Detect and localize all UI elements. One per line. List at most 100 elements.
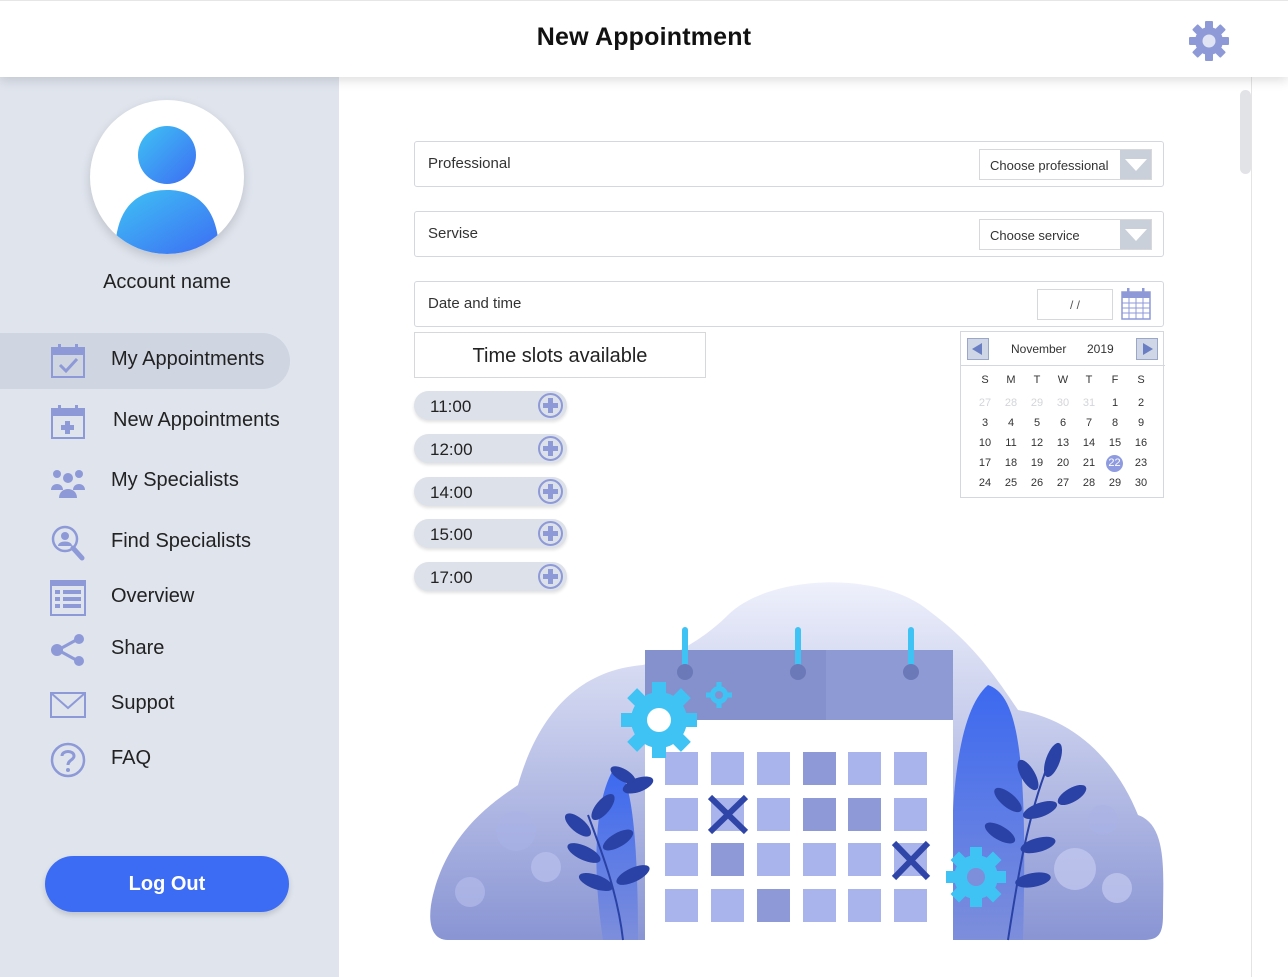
calendar-day[interactable]: 8 xyxy=(1102,415,1128,431)
sidebar-item-label: New Appointments xyxy=(113,409,280,431)
calendar-day[interactable]: 17 xyxy=(972,455,998,471)
time-slot-label: 11:00 xyxy=(430,397,472,416)
professional-select-value: Choose professional xyxy=(990,158,1109,173)
search-person-icon xyxy=(51,525,85,561)
calendar-day[interactable]: 21 xyxy=(1076,455,1102,471)
calendar-day[interactable]: 16 xyxy=(1128,435,1154,451)
time-slots-title: Time slots available xyxy=(414,332,706,378)
calendar-day[interactable]: 15 xyxy=(1102,435,1128,451)
calendar-day[interactable]: 12 xyxy=(1024,435,1050,451)
calendar-day[interactable]: 31 xyxy=(1076,395,1102,411)
sidebar-item-label: My Appointments xyxy=(111,348,265,370)
weekday-label: W xyxy=(1057,374,1069,386)
weekday-label: S xyxy=(1137,374,1145,386)
calendar-year: 2019 xyxy=(1087,342,1114,356)
calendar-day[interactable]: 23 xyxy=(1128,455,1154,471)
sidebar-item-label: FAQ xyxy=(111,747,152,769)
professional-select[interactable]: Choose professional xyxy=(979,149,1152,180)
add-slot-icon[interactable] xyxy=(538,479,563,504)
calendar-plus-icon xyxy=(51,405,85,439)
calendar-day[interactable]: 22 xyxy=(1106,455,1123,472)
calendar-icon[interactable] xyxy=(1121,288,1151,320)
calendar-day[interactable]: 30 xyxy=(1128,475,1154,491)
calendar-day[interactable]: 4 xyxy=(998,415,1024,431)
calendar-check-icon xyxy=(51,344,85,378)
log-out-button[interactable]: Log Out xyxy=(45,856,289,912)
sidebar-item-label: Find Specialists xyxy=(111,530,252,552)
calendar-day[interactable]: 5 xyxy=(1024,415,1050,431)
add-slot-icon[interactable] xyxy=(538,521,563,546)
time-slot[interactable]: 12:00 xyxy=(414,434,567,463)
date-time-field: Date and time / / xyxy=(414,281,1164,327)
chevron-down-icon[interactable] xyxy=(1120,220,1151,249)
time-slot-label: 12:00 xyxy=(430,440,473,459)
weekday-label: F xyxy=(1111,374,1119,386)
sidebar-item-new-appointments[interactable]: New Appointments xyxy=(0,394,290,450)
date-input[interactable]: / / xyxy=(1037,289,1113,320)
calendar-day[interactable]: 2 xyxy=(1128,395,1154,411)
scrollbar-thumb[interactable] xyxy=(1240,90,1251,174)
date-time-label: Date and time xyxy=(428,295,522,312)
calendar-day[interactable]: 29 xyxy=(1024,395,1050,411)
calendar-day[interactable]: 25 xyxy=(998,475,1024,491)
time-slot[interactable]: 15:00 xyxy=(414,519,567,548)
weekday-label: T xyxy=(1085,374,1093,386)
sidebar-item-overview[interactable]: Overview xyxy=(0,570,290,626)
sidebar: Account name My Appointments New Appoint… xyxy=(0,77,339,977)
add-slot-icon[interactable] xyxy=(538,393,563,418)
time-slot-label: 14:00 xyxy=(430,483,473,502)
scrollbar-track[interactable] xyxy=(1251,77,1252,977)
sidebar-item-label: Overview xyxy=(111,585,195,607)
calendar-day[interactable]: 11 xyxy=(998,435,1024,451)
calendar-day[interactable]: 9 xyxy=(1128,415,1154,431)
calendar-day[interactable]: 28 xyxy=(1076,475,1102,491)
sidebar-item-label: My Specialists xyxy=(111,469,239,491)
account-name: Account name xyxy=(103,271,231,293)
calendar-day[interactable]: 30 xyxy=(1050,395,1076,411)
sidebar-item-my-specialists[interactable]: My Specialists xyxy=(0,454,290,510)
calendar-day[interactable]: 20 xyxy=(1050,455,1076,471)
add-slot-icon[interactable] xyxy=(538,436,563,461)
calendar-day[interactable]: 3 xyxy=(972,415,998,431)
sidebar-item-my-appointments[interactable]: My Appointments xyxy=(0,333,290,389)
calendar-day[interactable]: 27 xyxy=(972,395,998,411)
calendar-day[interactable]: 26 xyxy=(1024,475,1050,491)
calendar-day[interactable]: 18 xyxy=(998,455,1024,471)
service-select[interactable]: Choose service xyxy=(979,219,1152,250)
share-icon xyxy=(51,634,84,666)
gear-icon[interactable] xyxy=(1188,20,1230,62)
time-slot[interactable]: 11:00 xyxy=(414,391,567,420)
sidebar-item-label: Suppot xyxy=(111,692,175,714)
calendar-day[interactable]: 27 xyxy=(1050,475,1076,491)
time-slot[interactable]: 14:00 xyxy=(414,477,567,506)
professional-field: Professional Choose professional xyxy=(414,141,1164,187)
weekday-label: S xyxy=(981,374,989,386)
calendar-day[interactable]: 24 xyxy=(972,475,998,491)
question-icon xyxy=(50,742,86,778)
calendar-day[interactable]: 10 xyxy=(972,435,998,451)
calendar-day[interactable]: 13 xyxy=(1050,435,1076,451)
calendar-day[interactable]: 6 xyxy=(1050,415,1076,431)
weekday-label: M xyxy=(1006,374,1016,386)
prev-month-button[interactable] xyxy=(967,338,989,360)
weekday-label: T xyxy=(1033,374,1041,386)
envelope-icon xyxy=(50,692,86,718)
sidebar-item-find-specialists[interactable]: Find Specialists xyxy=(0,515,290,571)
sidebar-item-faq[interactable]: FAQ xyxy=(0,732,290,788)
calendar-day[interactable]: 29 xyxy=(1102,475,1128,491)
calendar-header: November 2019 xyxy=(961,332,1165,366)
calendar-day[interactable]: 7 xyxy=(1076,415,1102,431)
user-icon xyxy=(115,126,219,254)
calendar-day[interactable]: 19 xyxy=(1024,455,1050,471)
next-month-button[interactable] xyxy=(1136,338,1158,360)
calendar-day[interactable]: 14 xyxy=(1076,435,1102,451)
calendar-day[interactable]: 28 xyxy=(998,395,1024,411)
time-slot-label: 15:00 xyxy=(430,525,473,544)
people-group-icon xyxy=(51,470,85,498)
avatar[interactable] xyxy=(90,100,244,254)
calendar-day[interactable]: 1 xyxy=(1102,395,1128,411)
chevron-down-icon[interactable] xyxy=(1120,150,1151,179)
app-window: New Appointment Account name My Appointm… xyxy=(0,0,1288,977)
sidebar-item-support[interactable]: Suppot xyxy=(0,677,290,733)
sidebar-item-share[interactable]: Share xyxy=(0,622,290,678)
